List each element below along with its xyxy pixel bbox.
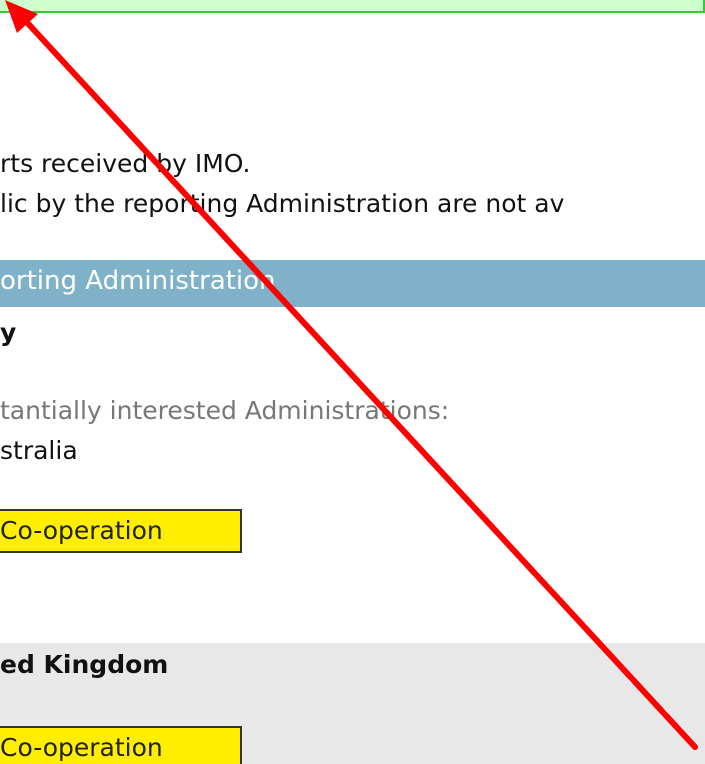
interested-administrations-label: tantially interested Administrations: <box>0 396 450 425</box>
entry-country-name: ed Kingdom <box>0 650 169 679</box>
entry-country-name: y <box>0 318 17 347</box>
co-operation-button[interactable]: Co-operation <box>0 726 242 764</box>
arrow-shaft <box>19 14 698 750</box>
note-line-2: lic by the reporting Administration are … <box>0 189 565 218</box>
page: rts received by IMO. lic by the reportin… <box>0 0 705 764</box>
co-operation-button[interactable]: Co-operation <box>0 509 242 553</box>
section-header-title: orting Administration <box>0 266 276 296</box>
interested-administrations-value: stralia <box>0 436 78 465</box>
note-line-1: rts received by IMO. <box>0 149 251 178</box>
status-banner <box>0 0 705 13</box>
